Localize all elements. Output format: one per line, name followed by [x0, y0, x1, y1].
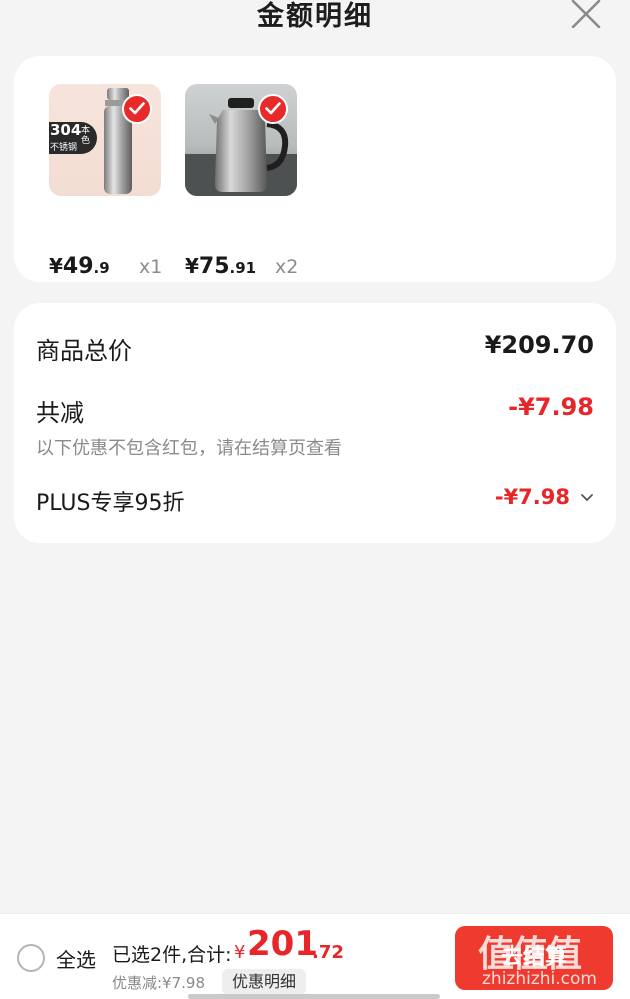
material-badge-text: 不锈钢 — [50, 143, 78, 153]
total-reduction-row: 共减 -¥7.98 — [36, 393, 594, 427]
chevron-down-icon[interactable] — [580, 493, 594, 503]
products-card: 304 不锈钢 本色 ¥49.9 x1 ¥75.91 x2 — [14, 56, 616, 282]
total-price-decimal: .72 — [312, 942, 344, 963]
material-badge-number: 304 — [50, 121, 82, 139]
product-price: ¥75.91 x2 — [185, 254, 345, 284]
price-symbol: ¥ — [49, 254, 63, 278]
close-icon[interactable] — [568, 0, 604, 29]
select-all-label[interactable]: 全选 — [56, 944, 96, 973]
product-quantity: x1 — [139, 256, 163, 278]
checkout-bar: 全选 已选2件,合计: ¥ 201 .72 优惠减:¥7.98 优惠明细 去结算 — [0, 913, 630, 999]
goods-total-value: ¥209.70 — [484, 331, 594, 359]
total-reduction-value: -¥7.98 — [508, 393, 594, 421]
plus-discount-row[interactable]: PLUS专享95折 -¥7.98 — [36, 485, 594, 517]
total-price-integer: 201 — [247, 924, 318, 964]
plus-discount-label: PLUS专享95折 — [36, 491, 185, 516]
discount-amount-text: 优惠减:¥7.98 — [112, 974, 205, 992]
reduction-note: 以下优惠不包含红包，请在结算页查看 — [36, 438, 342, 459]
material-badge: 304 不锈钢 本色 — [49, 121, 97, 154]
checked-icon[interactable] — [122, 94, 152, 124]
material-badge-side: 本色 — [81, 126, 91, 146]
price-decimal: .91 — [229, 259, 257, 277]
goods-total-label: 商品总价 — [36, 337, 132, 365]
discount-detail-button[interactable]: 优惠明细 — [222, 969, 307, 995]
product-quantity: x2 — [275, 256, 299, 278]
total-reduction-label: 共减 — [36, 399, 84, 427]
price-integer: 49 — [62, 254, 94, 279]
select-all-radio[interactable] — [17, 944, 45, 972]
selected-count-text: 已选2件,合计: — [112, 944, 232, 966]
price-integer: 75 — [198, 254, 230, 279]
total-price-symbol: ¥ — [234, 942, 246, 963]
home-indicator[interactable] — [188, 994, 440, 999]
price-summary-card: 商品总价 ¥209.70 共减 -¥7.98 以下优惠不包含红包，请在结算页查看… — [14, 303, 616, 543]
checked-icon[interactable] — [258, 94, 288, 124]
header: 金额明细 — [0, 0, 630, 44]
page-title: 金额明细 — [257, 1, 373, 32]
checkout-button[interactable]: 去结算 — [455, 926, 613, 990]
price-decimal: .9 — [93, 259, 110, 277]
price-symbol: ¥ — [185, 254, 199, 278]
goods-total-row: 商品总价 ¥209.70 — [36, 331, 594, 365]
plus-discount-value: -¥7.98 — [494, 485, 570, 509]
amount-detail-page: 金额明细 304 不锈钢 本色 ¥49.9 x1 ¥75.91 x2 商品总价 … — [0, 0, 630, 999]
